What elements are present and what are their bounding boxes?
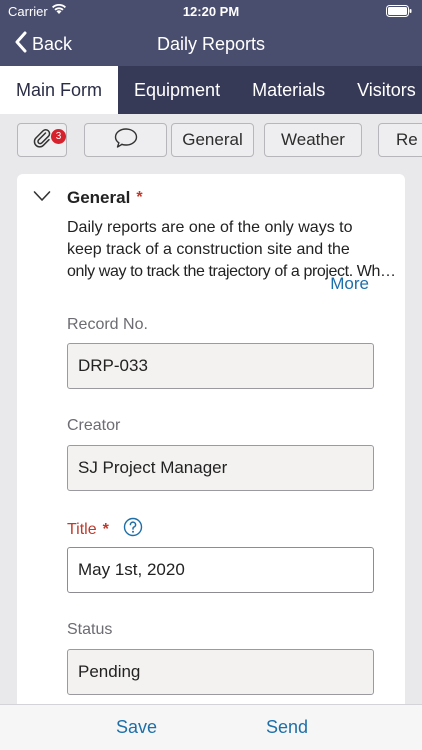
attachments-button[interactable]: 3	[17, 123, 67, 157]
page-title: Daily Reports	[156, 34, 266, 54]
status-label: Status	[67, 621, 113, 638]
save-button[interactable]: Save	[116, 717, 157, 738]
tab-materials[interactable]: Materials	[236, 66, 341, 114]
required-marker: *	[102, 520, 109, 538]
chip-general[interactable]: General	[171, 123, 254, 157]
daily-report-screen: Carrier 12:20 PM Back Daily Reports Main…	[0, 0, 422, 750]
paperclip-icon	[31, 127, 53, 154]
general-section-card: General * Daily reports are one of the o…	[17, 174, 405, 714]
form-tabs: Main Form Equipment Materials Visitors	[0, 66, 422, 114]
creator-label: Creator	[67, 417, 121, 434]
section-header: General *	[33, 186, 143, 210]
navigation-bar: Back Daily Reports	[0, 22, 422, 66]
send-button[interactable]: Send	[266, 717, 308, 738]
status-time: 12:20 PM	[182, 4, 240, 19]
speech-bubble-icon	[113, 127, 139, 154]
tab-visitors[interactable]: Visitors	[341, 66, 422, 114]
tab-equipment[interactable]: Equipment	[118, 66, 236, 114]
status-field: Pending	[67, 649, 374, 695]
battery-icon	[386, 5, 412, 20]
required-marker: *	[136, 189, 143, 206]
title-label: Title	[67, 520, 97, 538]
section-chips: 3 General Weather Re	[0, 114, 422, 169]
chip-weather[interactable]: Weather	[264, 123, 362, 157]
status-bar: Carrier 12:20 PM	[0, 0, 422, 22]
attachment-count-badge: 3	[51, 129, 66, 144]
help-icon[interactable]	[123, 517, 143, 542]
chevron-down-icon[interactable]	[33, 189, 51, 207]
section-title: General	[67, 188, 131, 207]
description-line: Daily reports are one of the only ways t…	[67, 219, 353, 236]
bottom-action-bar: Save Send	[0, 704, 422, 750]
title-input[interactable]: May 1st, 2020	[67, 547, 374, 593]
comments-button[interactable]	[84, 123, 167, 157]
creator-field: SJ Project Manager	[67, 445, 374, 491]
more-link[interactable]: More	[330, 274, 369, 294]
record-no-label: Record No.	[67, 316, 148, 333]
record-no-field: DRP-033	[67, 343, 374, 389]
tab-main-form[interactable]: Main Form	[0, 66, 119, 114]
title-label-row: Title *	[67, 517, 143, 542]
chip-partial[interactable]: Re	[378, 123, 422, 157]
description-line: keep track of a construction site and th…	[67, 241, 350, 258]
